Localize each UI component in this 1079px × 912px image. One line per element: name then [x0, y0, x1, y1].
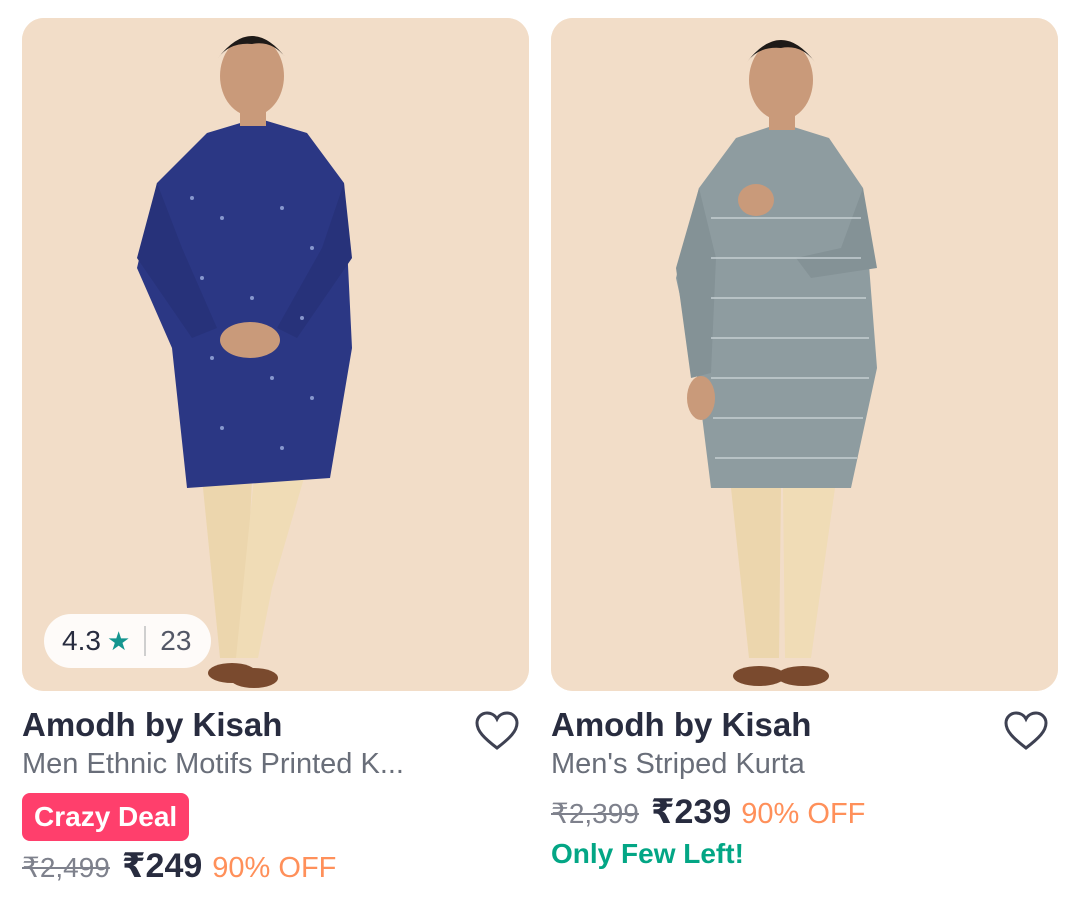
selling-price: ₹239 [650, 793, 732, 831]
product-card[interactable]: Amodh by Kisah Men's Striped Kurta ₹2,39… [551, 18, 1058, 898]
heart-outline-icon [1004, 711, 1048, 750]
mrp-price: ₹2,499 [22, 852, 110, 883]
rating-count: 23 [160, 625, 192, 656]
rating-divider [144, 626, 147, 656]
product-card[interactable]: 4.3 ★ 23 Amodh by Kisah Men Ethnic Motif… [22, 18, 529, 898]
heart-outline-icon [475, 711, 519, 750]
price-row: ₹2,399 ₹239 90% OFF [551, 792, 865, 832]
crazy-deal-badge: Crazy Deal [22, 793, 190, 841]
product-image[interactable] [551, 18, 1058, 691]
rating-pill: 4.3 ★ 23 [44, 614, 212, 668]
rating-value: 4.3 [62, 625, 101, 656]
stock-note: Only Few Left! [551, 838, 744, 869]
product-title: Men's Striped Kurta [551, 748, 805, 780]
product-title: Men Ethnic Motifs Printed K... [22, 748, 404, 780]
wishlist-button[interactable] [474, 710, 520, 752]
star-icon: ★ [106, 625, 131, 656]
selling-price: ₹249 [121, 847, 203, 885]
wishlist-button[interactable] [1003, 710, 1049, 752]
product-brand: Amodh by Kisah [551, 706, 812, 743]
product-photo-kurta-navy [22, 18, 529, 691]
product-image[interactable]: 4.3 ★ 23 [22, 18, 529, 691]
mrp-price: ₹2,399 [551, 798, 639, 829]
price-row: ₹2,499 ₹249 90% OFF [22, 846, 336, 886]
discount-label: 90% OFF [212, 852, 337, 884]
discount-label: 90% OFF [741, 798, 866, 830]
product-photo-kurta-grey [551, 18, 1058, 691]
product-brand: Amodh by Kisah [22, 706, 283, 743]
